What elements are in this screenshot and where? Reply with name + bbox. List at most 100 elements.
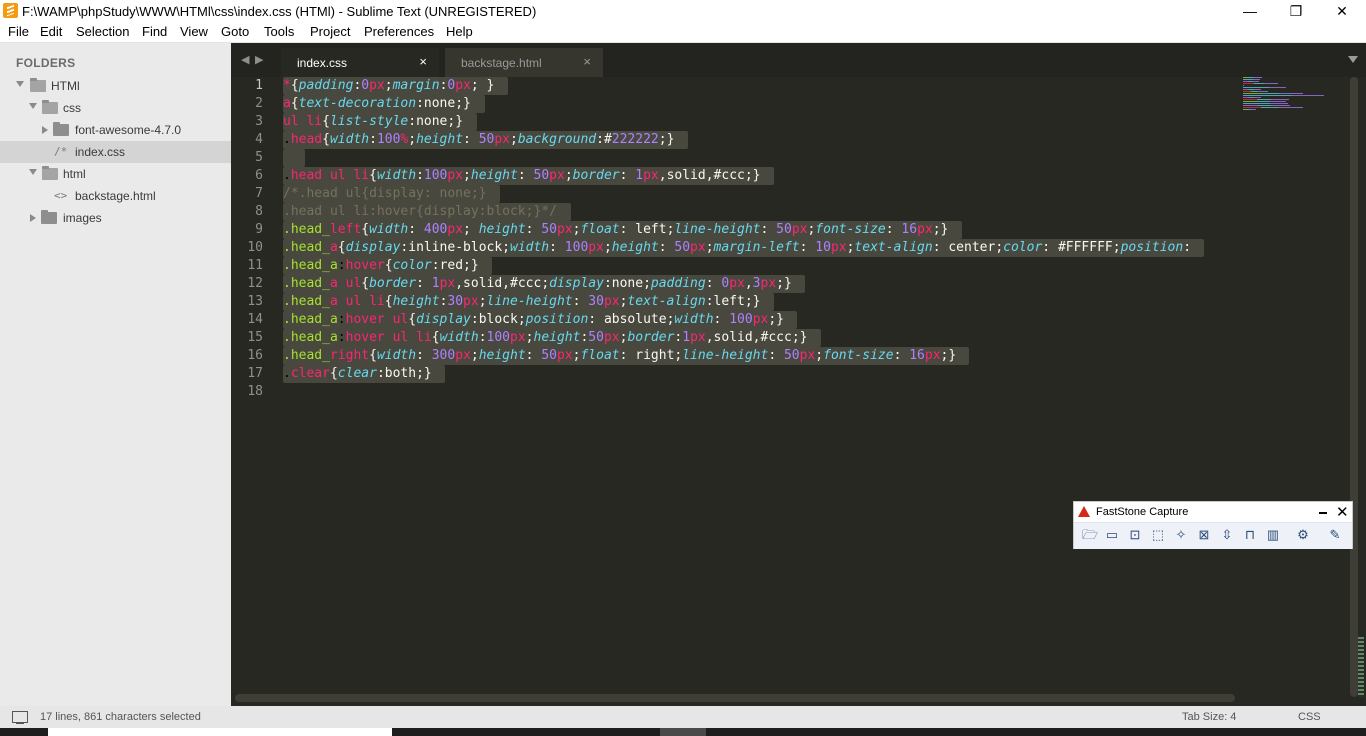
window-title: F:\WAMP\phpStudy\WWW\HTMl\css\index.css … — [22, 4, 537, 19]
tree-folder-font-awesome[interactable]: font-awesome-4.7.0 — [0, 119, 231, 141]
folder-open-icon — [42, 166, 58, 180]
chevron-down-icon[interactable] — [29, 103, 37, 109]
code-text: .head_right{width: 300px;height: 50px;fl… — [283, 348, 957, 363]
line-number: 12 — [247, 276, 263, 291]
tab-menu-icon[interactable] — [1348, 56, 1358, 63]
chevron-right-icon[interactable] — [30, 214, 36, 222]
code-line[interactable]: .head_a ul{border: 1px,solid,#ccc;displa… — [283, 275, 806, 293]
color-picker-icon[interactable]: ✎ — [1328, 528, 1342, 542]
restore-button[interactable]: ❐ — [1273, 0, 1319, 22]
code-line[interactable]: /*.head ul{display: none;} — [283, 185, 501, 203]
tree-file-index-css[interactable]: /* index.css — [0, 141, 231, 163]
menu-view[interactable]: View — [180, 24, 208, 39]
code-line[interactable]: .head{width:100%;height: 50px;background… — [283, 131, 688, 149]
settings-icon[interactable]: ⚙ — [1296, 528, 1310, 542]
code-line[interactable]: ul li{list-style:none;} — [283, 113, 477, 131]
line-number: 2 — [255, 96, 263, 111]
close-tab-icon[interactable]: × — [419, 54, 427, 69]
tree-folder-htmL[interactable]: HTMl — [0, 75, 231, 97]
faststone-capture-toolbar: FastStone Capture ✕ 🗁 ▭ ⊡ ⬚ ✧ ⊠ ⇳ ⊓ ▥ ⚙ … — [1073, 501, 1353, 549]
capture-window-icon[interactable]: ▭ — [1105, 528, 1119, 542]
code-line[interactable]: .head_right{width: 300px;height: 50px;fl… — [283, 347, 970, 365]
chevron-down-icon[interactable] — [16, 81, 24, 87]
code-text: .head_left{width: 400px; height: 50px;fl… — [283, 222, 949, 237]
menu-file[interactable]: File — [8, 24, 29, 39]
menu-help[interactable]: Help — [446, 24, 473, 39]
minimize-button[interactable]: — — [1227, 0, 1273, 22]
code-line[interactable]: .head_a{display:inline-block;width: 100p… — [283, 239, 1204, 257]
vertical-scroll-thumb[interactable] — [1350, 77, 1358, 697]
line-number: 7 — [255, 186, 263, 201]
faststone-minimize-icon[interactable] — [1319, 512, 1327, 514]
code-line[interactable]: .head ul li:hover{display:block;}*/ — [283, 203, 571, 221]
horizontal-scrollbar[interactable] — [235, 694, 1346, 702]
capture-scrolling-icon[interactable]: ⇳ — [1220, 528, 1234, 542]
tree-folder-images[interactable]: images — [0, 207, 231, 229]
chevron-down-icon[interactable] — [29, 169, 37, 175]
tab-prev-icon[interactable]: ◀ — [241, 53, 249, 66]
menu-edit[interactable]: Edit — [40, 24, 62, 39]
tree-item-label: html — [63, 167, 86, 181]
tree-folder-html[interactable]: html — [0, 163, 231, 185]
minimap-line — [1243, 89, 1262, 90]
code-line[interactable]: .head ul li{width:100px;height: 50px;bor… — [283, 167, 774, 185]
code-line[interactable]: .head_a:hover{color:red;} — [283, 257, 493, 275]
code-editor[interactable]: 1 2 3 4 5 6 7 8 9 10 11 12 13 14 15 16 17 18 *{padding:0p… — [231, 77, 1366, 706]
code-text: a{text-decoration:none;} — [283, 96, 471, 111]
line-number: 16 — [247, 348, 263, 363]
html-file-icon: <> — [54, 189, 68, 202]
syntax-status[interactable]: CSS — [1298, 711, 1321, 723]
minimap-line — [1243, 109, 1257, 110]
css-file-icon: /* — [54, 145, 68, 158]
code-line[interactable]: .head_left{width: 400px; height: 50px;fl… — [283, 221, 962, 239]
tab-bar: ◀ ▶ index.css × backstage.html × — [231, 43, 1366, 77]
code-line[interactable]: .head_a:hover ul li{width:100px;height:5… — [283, 329, 821, 347]
chevron-right-icon[interactable] — [42, 126, 48, 134]
menu-tools[interactable]: Tools — [264, 24, 294, 39]
close-window-button[interactable]: ✕ — [1319, 0, 1365, 22]
sublime-app-icon — [3, 3, 18, 18]
code-line[interactable]: .head_a:hover ul{display:block;position:… — [283, 311, 798, 329]
faststone-title: FastStone Capture — [1096, 506, 1189, 518]
code-line[interactable] — [283, 149, 305, 167]
menu-project[interactable]: Project — [310, 24, 350, 39]
line-number: 10 — [247, 240, 263, 255]
minimap-line — [1243, 85, 1244, 86]
code-line[interactable]: *{padding:0px;margin:0px; } — [283, 77, 508, 95]
taskbar-search-box[interactable] — [48, 728, 392, 736]
capture-fixed-region-icon[interactable]: ⊓ — [1243, 528, 1257, 542]
open-file-icon[interactable]: 🗁 — [1082, 528, 1098, 542]
line-number: 1 — [255, 78, 263, 93]
code-line[interactable]: a{text-decoration:none;} — [283, 95, 485, 113]
monitor-icon[interactable] — [12, 711, 28, 724]
tree-item-label: index.css — [75, 145, 126, 159]
close-tab-icon[interactable]: × — [583, 54, 591, 69]
minimap[interactable] — [1243, 77, 1333, 117]
code-line[interactable]: .clear{clear:both;} — [283, 365, 446, 383]
menu-preferences[interactable]: Preferences — [364, 24, 434, 39]
tab-backstage-html[interactable]: backstage.html × — [445, 48, 603, 77]
menu-goto[interactable]: Goto — [221, 24, 249, 39]
capture-freehand-icon[interactable]: ✧ — [1174, 528, 1188, 542]
menu-selection[interactable]: Selection — [76, 24, 129, 39]
capture-fullscreen-icon[interactable]: ⊠ — [1197, 528, 1211, 542]
folder-icon — [41, 210, 57, 224]
tab-next-icon[interactable]: ▶ — [255, 53, 263, 66]
horizontal-scroll-thumb[interactable] — [235, 694, 1235, 702]
faststone-close-icon[interactable]: ✕ — [1336, 503, 1349, 521]
minimap-line — [1243, 87, 1286, 88]
line-number: 14 — [247, 312, 263, 327]
screen-record-icon[interactable]: ▥ — [1266, 528, 1280, 542]
tab-index-css[interactable]: index.css × — [281, 48, 439, 77]
tab-size-status[interactable]: Tab Size: 4 — [1182, 711, 1236, 723]
vertical-scrollbar[interactable] — [1346, 77, 1366, 706]
tree-folder-css[interactable]: css — [0, 97, 231, 119]
capture-rectangle-icon[interactable]: ⬚ — [1151, 528, 1165, 542]
taskbar-app-button[interactable] — [660, 728, 706, 736]
tree-file-backstage-html[interactable]: <> backstage.html — [0, 185, 231, 207]
line-number: 4 — [255, 132, 263, 147]
code-line[interactable]: .head_a ul li{height:30px;line-height: 3… — [283, 293, 774, 311]
capture-object-icon[interactable]: ⊡ — [1128, 528, 1142, 542]
menu-find[interactable]: Find — [142, 24, 167, 39]
